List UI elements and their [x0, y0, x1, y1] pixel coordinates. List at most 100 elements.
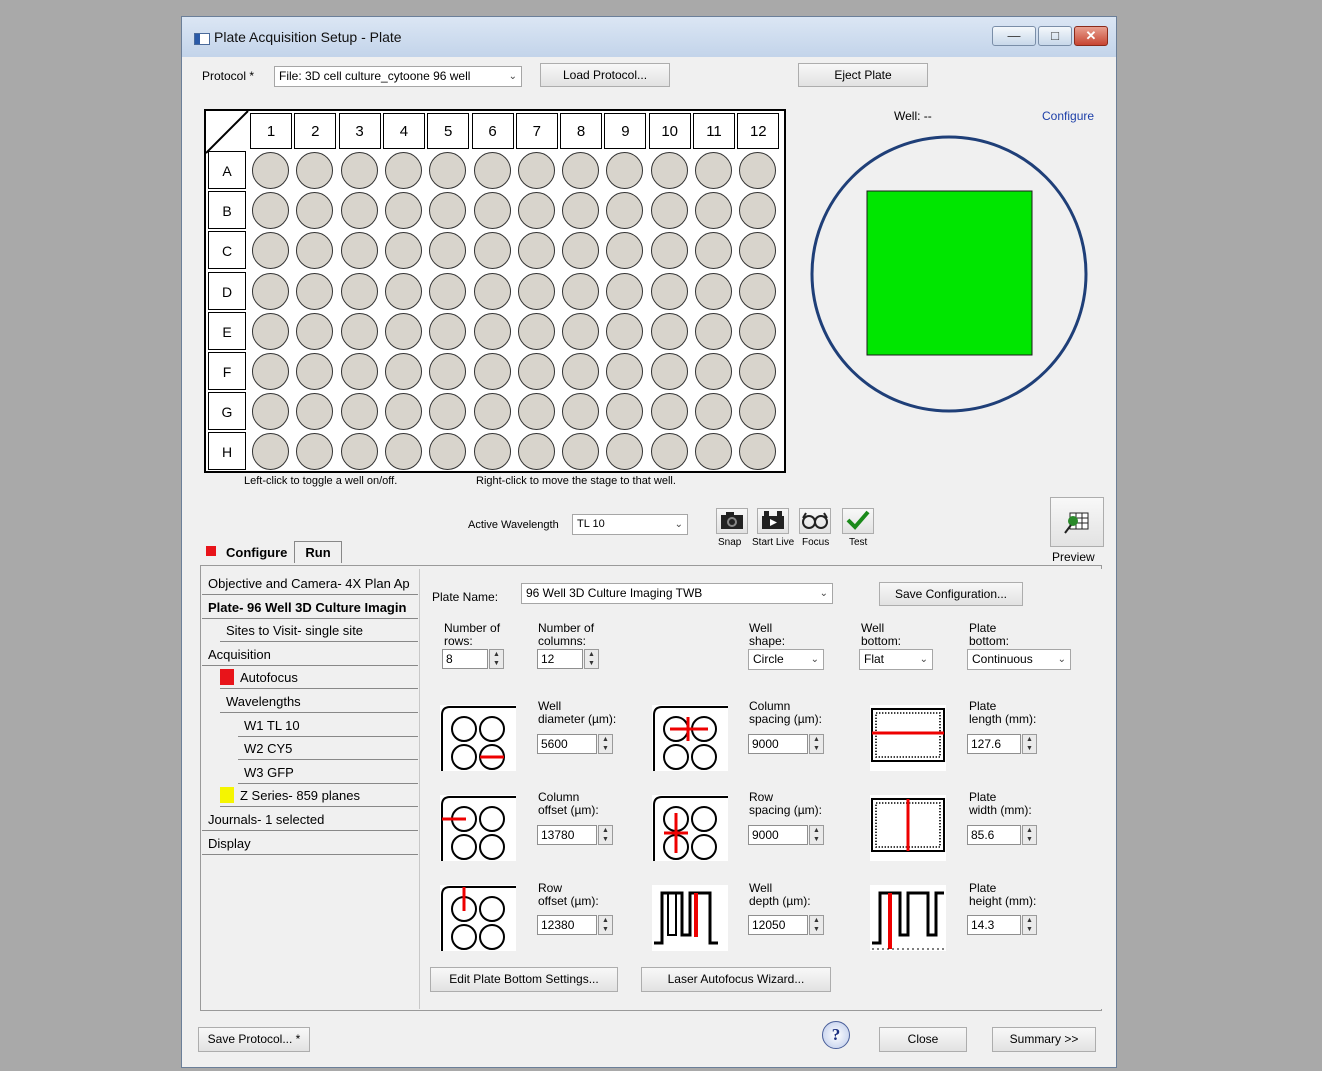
plate-well[interactable]	[473, 433, 511, 471]
plate-well[interactable]	[517, 152, 555, 189]
plate-column-header[interactable]: 2	[294, 113, 337, 149]
plate-well[interactable]	[650, 192, 688, 230]
plate-column-header[interactable]: 11	[693, 113, 735, 149]
plate-well[interactable]	[606, 312, 644, 350]
plate-well[interactable]	[252, 152, 289, 189]
plate-well[interactable]	[562, 272, 600, 310]
plate-well[interactable]	[340, 433, 378, 471]
plate-well[interactable]	[650, 312, 688, 350]
plate-row-header[interactable]: B	[208, 191, 246, 230]
save-protocol-button[interactable]: Save Protocol... *	[198, 1027, 310, 1052]
column-spacing-input[interactable]: 9000	[748, 734, 808, 754]
tab-run[interactable]: Run	[294, 541, 342, 563]
plate-well[interactable]	[606, 272, 644, 310]
plate-well[interactable]	[517, 272, 555, 310]
plate-well[interactable]	[429, 433, 467, 471]
plate-width-stepper[interactable]: ▲ ▼	[1022, 825, 1037, 845]
plate-well[interactable]	[517, 393, 555, 431]
load-protocol-button[interactable]: Load Protocol...	[540, 63, 670, 87]
edit-plate-bottom-button[interactable]: Edit Plate Bottom Settings...	[430, 967, 618, 992]
wavelength-select[interactable]: TL 10 ⌄	[572, 514, 688, 535]
plate-well[interactable]	[517, 192, 555, 230]
plate-column-header[interactable]: 7	[515, 113, 558, 149]
plate-well[interactable]	[429, 232, 467, 270]
plate-well[interactable]	[340, 393, 378, 431]
plate-well[interactable]	[695, 152, 732, 189]
tree-item[interactable]: Display	[202, 833, 418, 855]
plate-well[interactable]	[562, 152, 600, 189]
window-close-button[interactable]: ✕	[1074, 26, 1108, 46]
plate-height-input[interactable]: 14.3	[967, 915, 1021, 935]
plate-well[interactable]	[252, 312, 289, 350]
test-button[interactable]	[842, 508, 874, 534]
plate-well[interactable]	[562, 433, 600, 471]
plate-well[interactable]	[252, 353, 289, 390]
tree-item[interactable]: W2 CY5	[238, 738, 418, 761]
plate-well[interactable]	[739, 272, 777, 310]
plate-well[interactable]	[650, 272, 688, 310]
plate-well[interactable]	[606, 393, 644, 431]
plate-column-header[interactable]: 10	[648, 113, 691, 149]
plate-well[interactable]	[296, 232, 334, 270]
plate-well[interactable]	[473, 232, 511, 270]
row-spacing-stepper[interactable]: ▲ ▼	[809, 825, 824, 845]
maximize-button[interactable]: □	[1038, 26, 1072, 46]
rows-stepper[interactable]: ▲ ▼	[489, 649, 504, 669]
plate-well[interactable]	[739, 312, 777, 350]
focus-button[interactable]	[799, 508, 831, 534]
plate-well[interactable]	[650, 433, 688, 471]
plate-row-header[interactable]: F	[208, 352, 246, 390]
plate-well[interactable]	[650, 393, 688, 431]
column-offset-input[interactable]: 13780	[537, 825, 597, 845]
plate-column-header[interactable]: 9	[604, 113, 647, 149]
laser-autofocus-wizard-button[interactable]: Laser Autofocus Wizard...	[641, 967, 831, 992]
plate-well[interactable]	[650, 152, 688, 189]
columns-stepper[interactable]: ▲ ▼	[584, 649, 599, 669]
plate-well[interactable]	[340, 272, 378, 310]
plate-well[interactable]	[606, 152, 644, 189]
plate-well[interactable]	[695, 232, 732, 270]
plate-well[interactable]	[429, 312, 467, 350]
plate-well[interactable]	[517, 232, 555, 270]
plate-well[interactable]	[739, 353, 777, 390]
tree-item[interactable]: Wavelengths	[220, 691, 418, 713]
well-depth-input[interactable]: 12050	[748, 915, 808, 935]
plate-well[interactable]	[606, 232, 644, 270]
plate-map[interactable]: 1 2 3 4 5 6 7 8 9 10 11 12 ABCDEFGH	[204, 109, 786, 473]
plate-column-header[interactable]: 6	[471, 113, 514, 149]
plate-row-header[interactable]: A	[208, 151, 246, 189]
tree-item[interactable]: Sites to Visit- single site	[220, 620, 418, 643]
plate-well[interactable]	[384, 433, 422, 471]
plate-well[interactable]	[384, 232, 422, 270]
plate-well[interactable]	[606, 353, 644, 390]
plate-column-header[interactable]: 3	[338, 113, 381, 149]
plate-well[interactable]	[429, 152, 467, 189]
plate-length-input[interactable]: 127.6	[967, 734, 1021, 754]
plate-well[interactable]	[517, 312, 555, 350]
plate-row-header[interactable]: G	[208, 392, 246, 431]
plate-well[interactable]	[562, 393, 600, 431]
plate-column-header[interactable]: 8	[560, 113, 603, 149]
plate-well[interactable]	[340, 232, 378, 270]
plate-well[interactable]	[384, 272, 422, 310]
plate-well[interactable]	[739, 433, 777, 471]
plate-well[interactable]	[429, 272, 467, 310]
tree-item[interactable]: W3 GFP	[238, 762, 418, 784]
plate-well[interactable]	[739, 393, 777, 431]
plate-well[interactable]	[429, 393, 467, 431]
well-diameter-stepper[interactable]: ▲ ▼	[598, 734, 613, 754]
plate-well[interactable]	[473, 353, 511, 390]
plate-well[interactable]	[384, 393, 422, 431]
preview-button[interactable]	[1050, 497, 1104, 547]
tree-item[interactable]: Objective and Camera- 4X Plan Ap	[202, 573, 418, 595]
plate-well[interactable]	[296, 152, 334, 189]
plate-well[interactable]	[296, 312, 334, 350]
plate-well[interactable]	[650, 353, 688, 390]
plate-well[interactable]	[252, 272, 289, 310]
plate-well[interactable]	[384, 152, 422, 189]
well-diameter-input[interactable]: 5600	[537, 734, 597, 754]
row-spacing-input[interactable]: 9000	[748, 825, 808, 845]
plate-well[interactable]	[562, 192, 600, 230]
plate-column-header[interactable]: 1	[250, 113, 292, 149]
plate-well[interactable]	[517, 433, 555, 471]
